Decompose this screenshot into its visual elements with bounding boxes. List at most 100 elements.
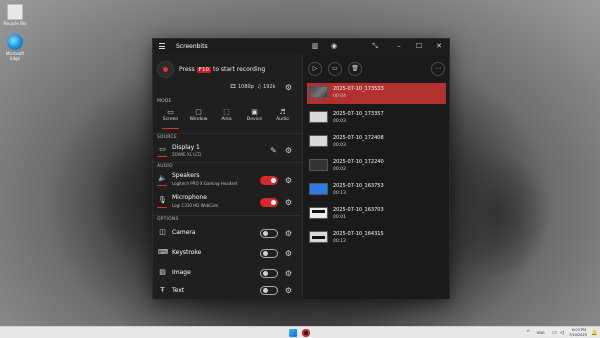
recording-item[interactable]: 2025-07-10_163703 00:01 <box>307 204 446 225</box>
image-title: Image <box>172 269 191 276</box>
recording-item[interactable]: 2025-07-10_172240 00:02 <box>307 156 446 177</box>
clock-date[interactable]: 7/10/2025 <box>569 333 587 337</box>
recording-thumbnail <box>309 183 328 195</box>
resolution-value: 1080p <box>237 84 254 90</box>
recording-item[interactable]: 2025-07-10_173533 00:04 <box>307 83 446 104</box>
recording-item[interactable]: 2025-07-10_163753 00:13 <box>307 180 446 201</box>
audio-speakers-row: 🔈 Speakers Logitech PRO X Gaming Headset… <box>153 171 302 191</box>
audio-header: AUDIO <box>157 164 173 169</box>
play-icon[interactable]: ▷ <box>308 62 322 76</box>
mode-device[interactable]: ▣ Device <box>241 107 268 129</box>
microphone-settings-gear-icon[interactable]: ⚙ <box>284 198 293 207</box>
source-settings-gear-icon[interactable]: ⚙ <box>284 146 293 155</box>
title-bar: Screenbits ▥ ◉ ⤡ – ☐ ✕ <box>153 39 449 54</box>
option-keystroke-row: ⌨ Keystroke ⚙ <box>153 245 302 263</box>
speaker-icon: 🔈 <box>158 174 167 182</box>
camera-title: Camera <box>172 229 196 236</box>
menu-icon[interactable] <box>159 43 165 49</box>
microphone-subtitle: Logi C310 HD WebCam <box>172 203 219 208</box>
speakers-toggle[interactable] <box>260 176 278 185</box>
desktop-icon-edge[interactable]: Microsoft Edge <box>2 34 28 61</box>
mode-screen[interactable]: ▭ Screen <box>157 107 184 129</box>
recording-thumbnail <box>309 159 328 171</box>
tray-overflow-icon[interactable]: ^ <box>526 330 530 336</box>
volume-icon[interactable]: ◁ <box>560 330 564 336</box>
mode-area[interactable]: ⬚ Area <box>213 107 240 129</box>
screenbits-taskbar-icon[interactable] <box>302 329 310 337</box>
source-row[interactable]: ▭ Display 1 ZOWIE XL LCD ✎ ⚙ <box>153 142 302 160</box>
maximize-icon[interactable]: ☐ <box>413 41 425 51</box>
recording-item[interactable]: 2025-07-10_164315 00:12 <box>307 228 446 249</box>
mode-label: Screen <box>162 117 179 122</box>
bookmarks-icon[interactable]: ▥ <box>309 41 321 51</box>
recording-thumbnail <box>309 207 328 219</box>
option-image-row: ▨ Image ⚙ <box>153 265 302 283</box>
quality-settings-gear-icon[interactable]: ⚙ <box>284 83 293 92</box>
text-toggle[interactable] <box>260 286 278 295</box>
monitor-icon: ▭ <box>167 108 174 116</box>
window-icon: ▢ <box>195 108 202 116</box>
camera-toggle[interactable] <box>260 229 278 238</box>
keystroke-settings-gear-icon[interactable]: ⚙ <box>284 249 293 258</box>
speakers-settings-gear-icon[interactable]: ⚙ <box>284 176 293 185</box>
recording-item[interactable]: 2025-07-10_172408 00:03 <box>307 132 446 153</box>
image-settings-gear-icon[interactable]: ⚙ <box>284 269 293 278</box>
desktop-icon-recycle-bin[interactable]: Recycle Bin <box>2 4 28 26</box>
trash-icon[interactable]: 🗑 <box>348 62 362 76</box>
mode-window[interactable]: ▢ Window <box>185 107 212 129</box>
network-icon[interactable]: ▭ <box>552 330 557 336</box>
folder-icon[interactable]: ▭ <box>328 62 342 76</box>
mode-label: Device <box>246 117 263 122</box>
recording-thumbnail <box>309 86 328 98</box>
source-subtitle: ZOWIE XL LCD <box>172 152 202 157</box>
divider <box>153 162 302 163</box>
pencil-icon[interactable]: ✎ <box>269 146 278 155</box>
language-indicator[interactable]: ENG <box>537 331 545 335</box>
eye-icon[interactable]: ◉ <box>328 41 340 51</box>
windows-start-icon[interactable] <box>289 329 297 337</box>
audio-microphone-row: 🎙 Microphone Logi C310 HD WebCam ⚙ <box>153 193 302 213</box>
recording-name: 2025-07-10_164315 <box>333 231 384 237</box>
recording-thumbnail <box>309 135 328 147</box>
notification-bell-icon[interactable]: 🔔 <box>591 330 597 336</box>
option-text-row: Ŧ Text ⚙ <box>153 284 302 298</box>
option-camera-row: ◫ Camera ⚙ <box>153 225 302 243</box>
microphone-icon: 🎙 <box>158 196 167 204</box>
speakers-title: Speakers <box>172 172 200 179</box>
music-icon: ♫ <box>257 84 262 90</box>
recording-name: 2025-07-10_173533 <box>333 86 384 92</box>
bitrate-value: 192k <box>263 84 276 90</box>
audio-bitrate-setting[interactable]: ♫ 192k <box>257 84 276 90</box>
recording-item[interactable]: 2025-07-10_173357 00:03 <box>307 108 446 129</box>
record-hint-prefix: Press <box>179 66 195 73</box>
source-indicator <box>157 156 167 157</box>
mode-audio[interactable]: ♬ Audio <box>269 107 296 129</box>
desktop-icon-label: Microsoft Edge <box>5 51 25 61</box>
source-header: SOURCE <box>157 135 177 140</box>
text-icon: Ŧ <box>160 286 165 294</box>
text-settings-gear-icon[interactable]: ⚙ <box>284 286 293 295</box>
clock-time[interactable]: 6:03 PM <box>572 328 586 332</box>
keystroke-toggle[interactable] <box>260 249 278 258</box>
close-icon[interactable]: ✕ <box>433 41 445 51</box>
minimize-icon[interactable]: – <box>393 41 405 51</box>
camera-settings-gear-icon[interactable]: ⚙ <box>284 229 293 238</box>
resolution-setting[interactable]: 🎞 1080p <box>230 84 254 90</box>
thumbnail-bar <box>312 236 325 239</box>
image-toggle[interactable] <box>260 269 278 278</box>
recording-duration: 00:03 <box>333 119 346 124</box>
record-button[interactable] <box>157 61 174 78</box>
image-icon: ▨ <box>159 268 166 276</box>
recycle-bin-icon <box>7 4 23 20</box>
edge-icon <box>7 34 23 50</box>
more-options-icon[interactable]: ⋯ <box>431 62 445 76</box>
mode-header: MODE <box>157 99 172 104</box>
record-hint: Press F10 to start recording <box>179 66 265 73</box>
speakers-subtitle: Logitech PRO X Gaming Headset <box>172 181 238 186</box>
compact-icon[interactable]: ⤡ <box>369 41 381 51</box>
microphone-toggle[interactable] <box>260 198 278 207</box>
display-icon: ▭ <box>159 145 166 153</box>
screenbits-window: Screenbits ▥ ◉ ⤡ – ☐ ✕ Press F10 to start … <box>152 38 450 299</box>
hotkey-badge: F10 <box>196 67 211 73</box>
recording-name: 2025-07-10_172408 <box>333 135 384 141</box>
